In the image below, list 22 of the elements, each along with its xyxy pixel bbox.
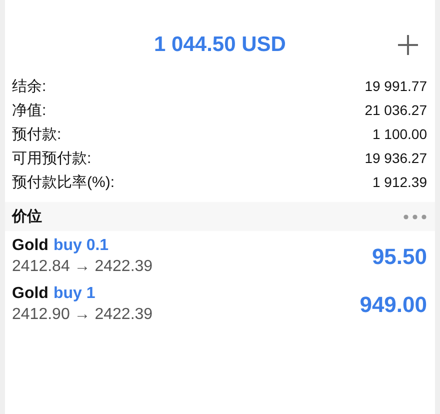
- summary-value: 1 100.00: [372, 126, 427, 142]
- position-order: buy 1: [53, 285, 96, 303]
- summary-value: 21 036.27: [364, 102, 427, 118]
- more-icon[interactable]: [403, 214, 427, 220]
- summary-label: 净值:: [12, 100, 46, 120]
- position-symbol: Gold: [12, 237, 48, 255]
- position-symbol: Gold: [12, 285, 48, 303]
- section-title: 价位: [12, 207, 42, 226]
- position-prices: 2412.84 → 2422.39: [12, 258, 153, 276]
- position-order: buy 0.1: [53, 237, 109, 255]
- summary-label: 预付款:: [12, 124, 62, 144]
- summary-label: 可用预付款:: [12, 148, 92, 168]
- summary-label: 预付款比率(%):: [12, 172, 114, 192]
- summary-value: 19 936.27: [364, 150, 427, 166]
- balance-title: 1 044.50 USD: [154, 33, 286, 57]
- summary-label: 结余:: [12, 76, 46, 96]
- position-profit: 95.50: [372, 244, 427, 270]
- summary-value: 1 912.39: [372, 174, 427, 190]
- position-profit: 949.00: [360, 292, 427, 318]
- summary-value: 19 991.77: [364, 78, 427, 94]
- position-prices: 2412.90 → 2422.39: [12, 306, 153, 324]
- add-icon[interactable]: [397, 34, 419, 56]
